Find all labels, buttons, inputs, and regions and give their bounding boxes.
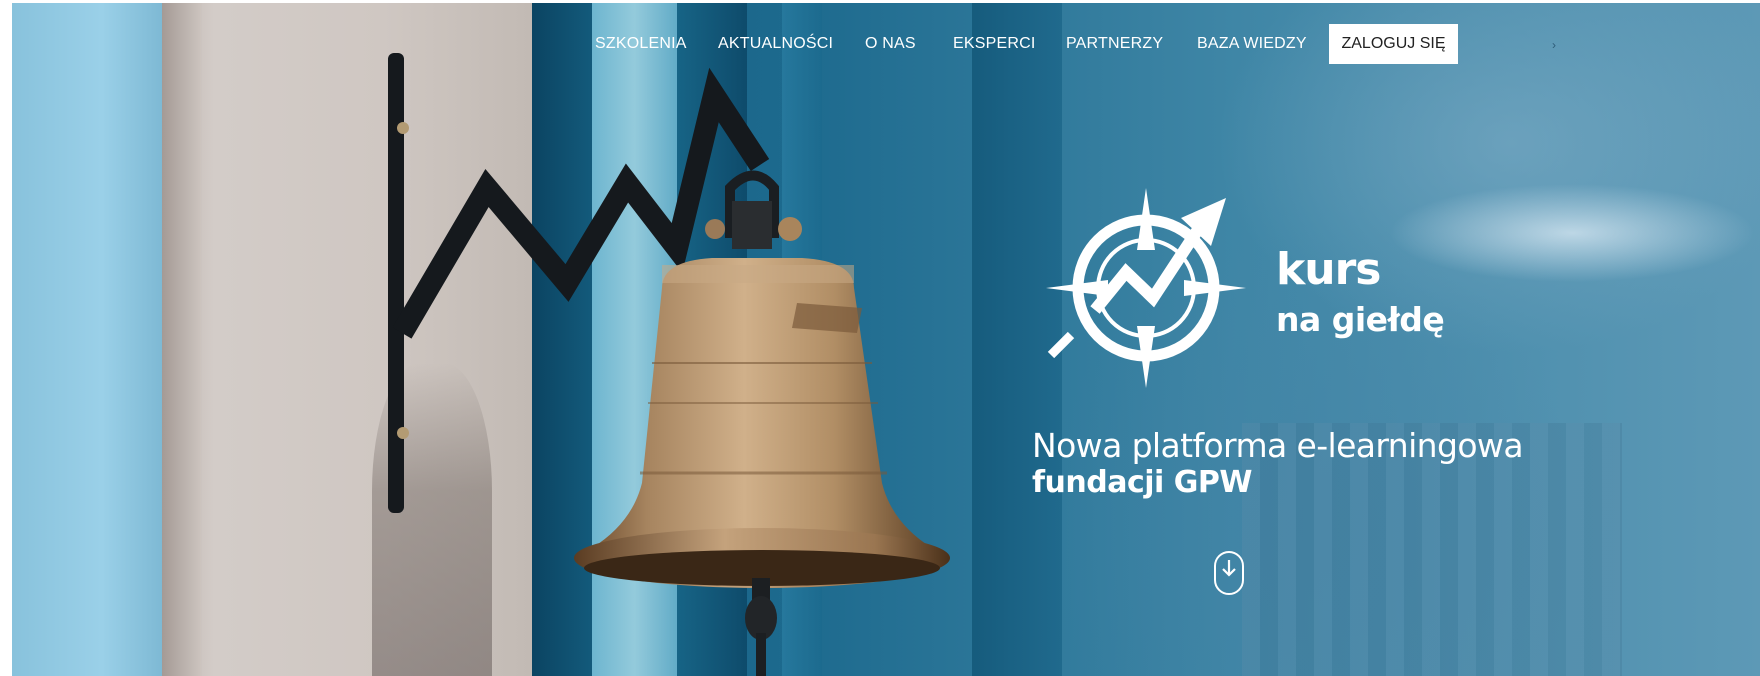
logo-subtitle: na giełdę — [1276, 300, 1445, 339]
hero-banner — [12, 3, 1760, 676]
nav-item-o-nas[interactable]: O NAS — [865, 24, 916, 64]
scroll-down-mouse-icon[interactable] — [1214, 551, 1244, 595]
nav-item-aktualnosci[interactable]: AKTUALNOŚCI — [718, 24, 833, 64]
hero-tagline-line1: Nowa platforma e-learningowa — [1032, 426, 1524, 465]
bell-photo — [388, 53, 950, 676]
arrow-down-icon — [1222, 560, 1236, 577]
logo-title: kurs — [1276, 244, 1381, 295]
nav-item-baza-wiedzy[interactable]: BAZA WIEDZY — [1197, 24, 1307, 64]
login-button[interactable]: ZALOGUJ SIĘ — [1329, 24, 1458, 64]
nav-item-partnerzy[interactable]: PARTNERZY — [1066, 24, 1163, 64]
compass-chart-icon — [1046, 188, 1246, 388]
main-nav: SZKOLENIA AKTUALNOŚCI O NAS EKSPERCI PAR… — [0, 24, 1760, 64]
hero-tagline-line2: fundacji GPW — [1032, 465, 1252, 500]
chevron-right-icon[interactable]: › — [1552, 38, 1556, 52]
page: SZKOLENIA AKTUALNOŚCI O NAS EKSPERCI PAR… — [0, 0, 1760, 676]
nav-item-eksperci[interactable]: EKSPERCI — [953, 24, 1036, 64]
nav-item-szkolenia[interactable]: SZKOLENIA — [595, 24, 687, 64]
